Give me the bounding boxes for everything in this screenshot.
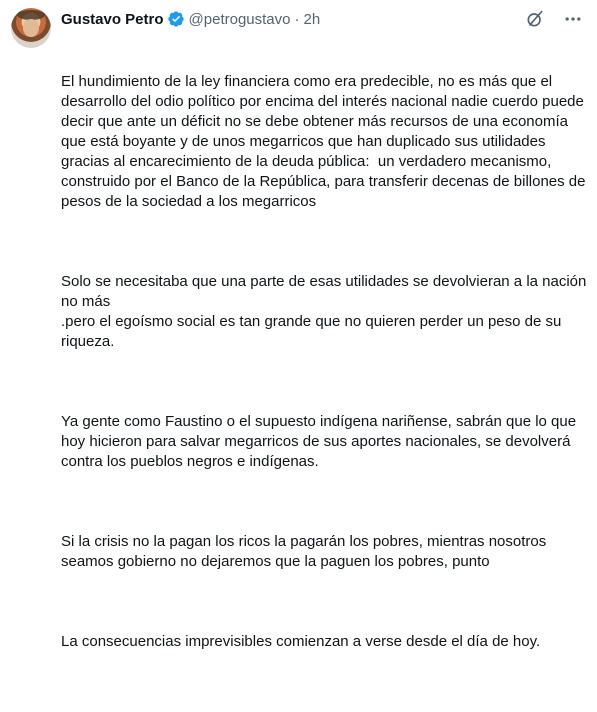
grok-icon[interactable] bbox=[525, 9, 545, 29]
verified-badge-icon[interactable] bbox=[167, 10, 185, 28]
timestamp[interactable]: 2h bbox=[303, 11, 320, 28]
tweet-header: Gustavo Petro @petrogustavo · 2h bbox=[61, 9, 320, 29]
tweet-paragraph: Ya gente como Faustino o el supuesto ind… bbox=[61, 413, 581, 470]
separator-dot: · bbox=[294, 10, 300, 28]
avatar-face bbox=[23, 19, 39, 37]
tweet-paragraph: La consecuencias imprevisibles comienzan… bbox=[61, 633, 541, 650]
tweet-paragraph: Si la crisis no la pagan los ricos la pa… bbox=[61, 533, 551, 570]
tweet[interactable]: Gustavo Petro @petrogustavo · 2h El hund… bbox=[0, 0, 597, 650]
avatar[interactable] bbox=[11, 8, 51, 48]
author-name[interactable]: Gustavo Petro bbox=[61, 11, 164, 28]
tweet-text: El hundimiento de la ley financiera como… bbox=[61, 32, 589, 712]
more-options-icon[interactable] bbox=[563, 9, 583, 29]
tweet-actions bbox=[525, 9, 583, 29]
tweet-paragraph: Solo se necesitaba que una parte de esas… bbox=[61, 273, 587, 350]
author-handle[interactable]: @petrogustavo bbox=[189, 11, 291, 28]
tweet-paragraph: El hundimiento de la ley financiera como… bbox=[61, 73, 590, 210]
